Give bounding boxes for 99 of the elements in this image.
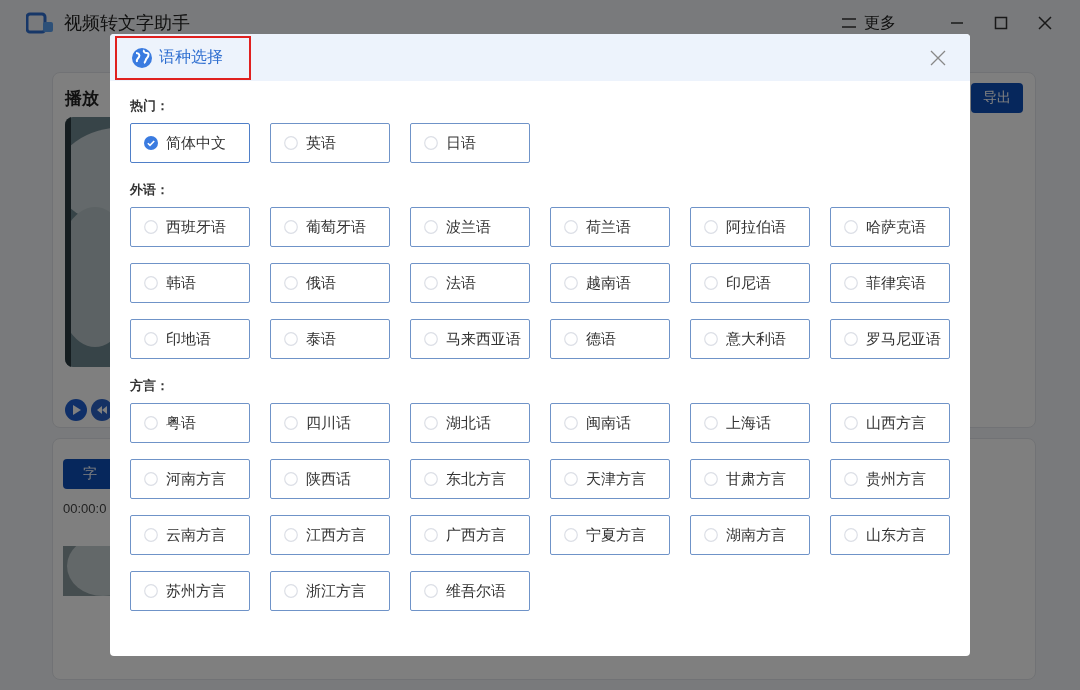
radio-icon xyxy=(564,472,578,486)
language-option[interactable]: 俄语 xyxy=(270,263,390,303)
radio-icon xyxy=(564,528,578,542)
language-option[interactable]: 荷兰语 xyxy=(550,207,670,247)
app-title: 视频转文字助手 xyxy=(64,12,190,35)
radio-icon xyxy=(424,332,438,346)
radio-icon xyxy=(564,416,578,430)
radio-icon xyxy=(284,584,298,598)
radio-icon xyxy=(144,584,158,598)
logo-icon xyxy=(26,12,54,34)
radio-icon xyxy=(424,136,438,150)
radio-icon xyxy=(424,472,438,486)
language-option[interactable]: 河南方言 xyxy=(130,459,250,499)
language-option[interactable]: 简体中文 xyxy=(130,123,250,163)
language-option[interactable]: 粤语 xyxy=(130,403,250,443)
radio-icon xyxy=(564,276,578,290)
radio-icon xyxy=(424,220,438,234)
language-option[interactable]: 法语 xyxy=(410,263,530,303)
checked-radio-icon xyxy=(144,136,158,150)
language-option[interactable]: 东北方言 xyxy=(410,459,530,499)
language-option[interactable]: 马来西亚语 xyxy=(410,319,530,359)
language-option[interactable]: 印尼语 xyxy=(690,263,810,303)
language-option[interactable]: 哈萨克语 xyxy=(830,207,950,247)
export-button[interactable]: 导出 xyxy=(971,83,1023,113)
radio-icon xyxy=(844,276,858,290)
language-option[interactable]: 云南方言 xyxy=(130,515,250,555)
language-option[interactable]: 四川话 xyxy=(270,403,390,443)
panel-title: 播放 xyxy=(65,87,99,110)
radio-icon xyxy=(144,332,158,346)
language-option[interactable]: 苏州方言 xyxy=(130,571,250,611)
radio-icon xyxy=(424,276,438,290)
radio-icon xyxy=(704,416,718,430)
maximize-icon[interactable] xyxy=(994,16,1008,30)
language-option[interactable]: 闽南话 xyxy=(550,403,670,443)
radio-icon xyxy=(844,472,858,486)
language-option[interactable]: 意大利语 xyxy=(690,319,810,359)
radio-icon xyxy=(704,472,718,486)
radio-icon xyxy=(844,220,858,234)
radio-icon xyxy=(144,220,158,234)
radio-icon xyxy=(704,528,718,542)
language-option[interactable]: 印地语 xyxy=(130,319,250,359)
language-option[interactable]: 西班牙语 xyxy=(130,207,250,247)
section-label: 外语： xyxy=(130,181,170,199)
language-option[interactable]: 上海话 xyxy=(690,403,810,443)
language-option[interactable]: 江西方言 xyxy=(270,515,390,555)
radio-icon xyxy=(284,276,298,290)
language-option[interactable]: 英语 xyxy=(270,123,390,163)
menu-icon xyxy=(842,18,856,28)
language-option[interactable]: 陕西话 xyxy=(270,459,390,499)
section-label: 热门： xyxy=(130,97,170,115)
section-label: 方言： xyxy=(130,377,170,395)
radio-icon xyxy=(144,472,158,486)
radio-icon xyxy=(844,332,858,346)
language-option[interactable]: 波兰语 xyxy=(410,207,530,247)
language-option[interactable]: 维吾尔语 xyxy=(410,571,530,611)
radio-icon xyxy=(284,528,298,542)
language-option[interactable]: 越南语 xyxy=(550,263,670,303)
language-option[interactable]: 泰语 xyxy=(270,319,390,359)
radio-icon xyxy=(704,276,718,290)
radio-icon xyxy=(704,332,718,346)
radio-icon xyxy=(424,528,438,542)
language-option[interactable]: 湖南方言 xyxy=(690,515,810,555)
language-option[interactable]: 葡萄牙语 xyxy=(270,207,390,247)
dialog-title-text: 语种选择 xyxy=(159,47,223,67)
language-option[interactable]: 贵州方言 xyxy=(830,459,950,499)
radio-icon xyxy=(704,220,718,234)
language-option[interactable]: 山东方言 xyxy=(830,515,950,555)
radio-icon xyxy=(144,276,158,290)
language-option[interactable]: 浙江方言 xyxy=(270,571,390,611)
radio-icon xyxy=(144,528,158,542)
close-icon[interactable] xyxy=(1038,16,1052,30)
language-option[interactable]: 天津方言 xyxy=(550,459,670,499)
language-option[interactable]: 德语 xyxy=(550,319,670,359)
language-option[interactable]: 罗马尼亚语 xyxy=(830,319,950,359)
radio-icon xyxy=(284,220,298,234)
radio-icon xyxy=(284,332,298,346)
language-option[interactable]: 甘肃方言 xyxy=(690,459,810,499)
language-option[interactable]: 菲律宾语 xyxy=(830,263,950,303)
language-option[interactable]: 阿拉伯语 xyxy=(690,207,810,247)
language-option[interactable]: 山西方言 xyxy=(830,403,950,443)
radio-icon xyxy=(144,416,158,430)
radio-icon xyxy=(844,528,858,542)
radio-icon xyxy=(284,136,298,150)
radio-icon xyxy=(564,220,578,234)
radio-icon xyxy=(424,416,438,430)
radio-icon xyxy=(424,584,438,598)
timecode: 00:00:0 xyxy=(63,501,107,516)
language-option[interactable]: 日语 xyxy=(410,123,530,163)
radio-icon xyxy=(284,472,298,486)
close-icon[interactable] xyxy=(930,49,946,66)
radio-icon xyxy=(284,416,298,430)
more-button[interactable]: 更多 xyxy=(836,11,902,35)
language-option[interactable]: 湖北话 xyxy=(410,403,530,443)
radio-icon xyxy=(564,332,578,346)
radio-icon xyxy=(844,416,858,430)
language-option[interactable]: 宁夏方言 xyxy=(550,515,670,555)
globe-icon xyxy=(131,46,153,69)
language-option[interactable]: 韩语 xyxy=(130,263,250,303)
language-option[interactable]: 广西方言 xyxy=(410,515,530,555)
